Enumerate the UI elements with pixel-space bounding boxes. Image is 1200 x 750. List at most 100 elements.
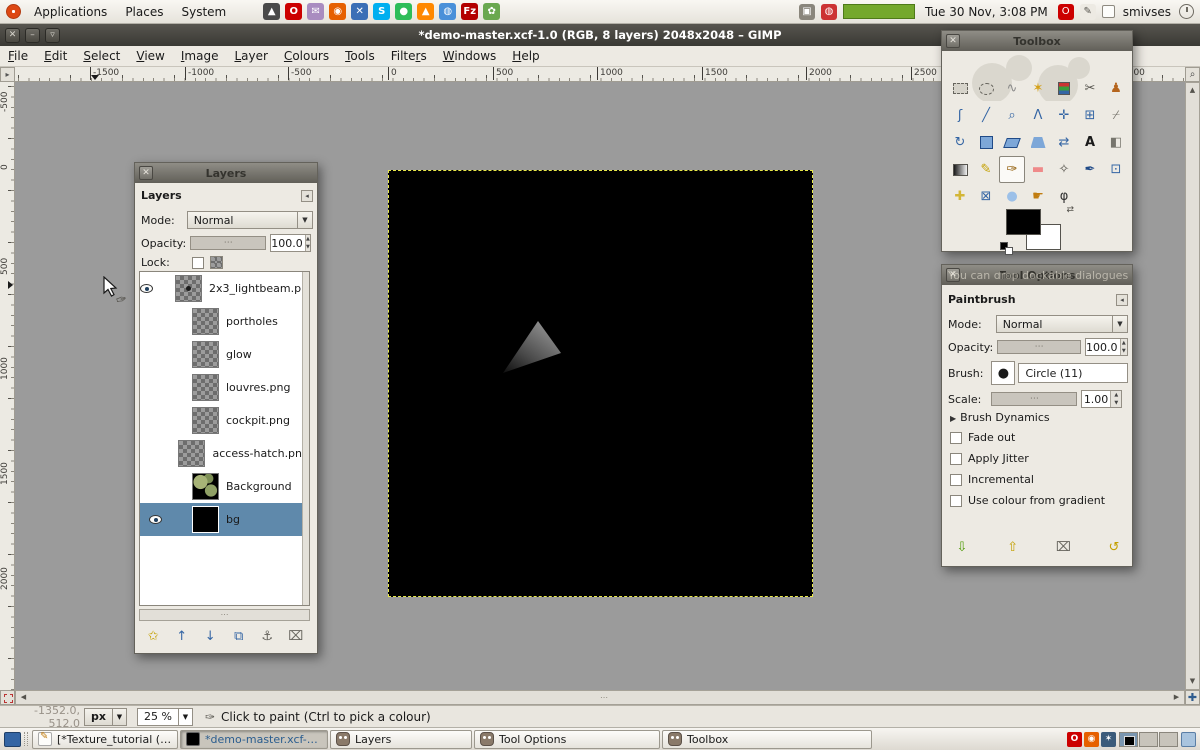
taskbar-button-toolbox[interactable]: Toolbox [662, 730, 872, 749]
taskbar-button--demo-master-xcf-1-0-[interactable]: *demo-master.xcf-1.0 ... [180, 730, 328, 749]
layer-row[interactable]: cockpit.png [140, 404, 309, 437]
panel-menu-system[interactable]: System [172, 0, 235, 24]
tool-foreground-select[interactable]: ♟ [1103, 75, 1129, 102]
layer-row[interactable]: access-hatch.png [140, 437, 309, 470]
restore-options-button[interactable]: ⇧ [1003, 538, 1023, 558]
workspace-1[interactable] [1119, 732, 1138, 747]
power-icon[interactable] [1179, 4, 1194, 19]
menu-select[interactable]: Select [75, 46, 128, 67]
menu-tools[interactable]: Tools [337, 46, 383, 67]
tool-ink[interactable]: ✒ [1077, 156, 1103, 183]
screenshot-applet-icon[interactable]: ▣ [799, 4, 815, 20]
layer-list-hscrollbar[interactable]: ⋯ [139, 609, 310, 621]
tool-crop[interactable]: ⌿ [1103, 102, 1129, 129]
horizontal-scrollbar[interactable]: ◀ ▶ ⋯ [15, 690, 1185, 705]
layer-opacity-spinner[interactable]: 100.0 ▲▼ [270, 234, 311, 252]
tool-rect-select[interactable] [947, 75, 973, 102]
workspace-3[interactable] [1159, 732, 1178, 747]
tool-scissors-select[interactable]: ✂ [1077, 75, 1103, 102]
lower-layer-button[interactable]: ↓ [200, 627, 220, 647]
tool-perspective-clone[interactable]: ⊠ [973, 183, 999, 210]
new-layer-button[interactable]: ✩ [143, 627, 163, 647]
tool-fuzzy-select[interactable]: ✶ [1025, 75, 1051, 102]
launcher-icon[interactable]: ▲ [263, 3, 280, 20]
minimize-window-button[interactable]: – [25, 28, 40, 43]
layer-list-scrollbar[interactable] [302, 272, 309, 605]
raise-layer-button[interactable]: ↑ [172, 627, 192, 647]
google-earth-icon[interactable]: ◍ [439, 3, 456, 20]
layer-row[interactable]: 2x3_lightbeam.png [140, 272, 309, 305]
tool-free-select[interactable]: ∿ [999, 75, 1025, 102]
firefox-icon[interactable]: ◉ [329, 3, 346, 20]
tool-scale[interactable] [973, 129, 999, 156]
opacity-spinner[interactable]: 100.0 ▲▼ [1085, 338, 1128, 356]
swap-colors-icon[interactable]: ⇄ [1066, 205, 1074, 215]
opacity-slider[interactable]: ⋯ [997, 340, 1081, 354]
close-icon[interactable]: ✕ [946, 34, 960, 48]
navigation-button[interactable]: ✚ [1185, 690, 1200, 705]
freemind-icon[interactable]: ✿ [483, 3, 500, 20]
save-options-button[interactable]: ⇩ [952, 538, 972, 558]
checkbox-use-colour-from-gradient[interactable] [950, 495, 962, 507]
tool-text[interactable]: A [1077, 129, 1103, 156]
tab-menu-button[interactable]: ◂ [301, 190, 313, 202]
workspace-2[interactable] [1139, 732, 1158, 747]
foreground-color-swatch[interactable] [1006, 209, 1041, 235]
units-dropdown[interactable]: px ▼ [84, 708, 127, 726]
menu-colours[interactable]: Colours [276, 46, 337, 67]
tool-paths[interactable]: ʃ [947, 102, 973, 129]
tool-paintbrush[interactable]: ✑ [999, 156, 1025, 183]
delete-layer-button[interactable]: ⌧ [286, 627, 306, 647]
trash-applet-icon[interactable] [1181, 732, 1196, 747]
taskbar-button-tool-options[interactable]: Tool Options [474, 730, 660, 749]
tool-heal[interactable]: ✚ [947, 183, 973, 210]
network-monitor-bar[interactable] [843, 4, 915, 19]
layer-opacity-slider[interactable]: ⋯ [190, 236, 266, 250]
spotify-icon[interactable]: ● [395, 3, 412, 20]
show-desktop-icon[interactable] [4, 732, 21, 747]
tool-eraser[interactable]: ▬ [1025, 156, 1051, 183]
clock[interactable]: Tue 30 Nov, 3:08 PM [921, 5, 1052, 19]
menu-view[interactable]: View [128, 46, 172, 67]
taskbar-button-layers[interactable]: Layers [330, 730, 472, 749]
tool-bucket-fill[interactable]: ◧ [1103, 129, 1129, 156]
opera-tray-icon[interactable]: O [1058, 4, 1074, 20]
tool-zoom[interactable]: ⌕ [999, 102, 1025, 129]
filezilla-icon[interactable]: Fz [461, 3, 478, 20]
lock-alpha-checkbox[interactable] [192, 257, 204, 269]
brush-name-field[interactable]: Circle (11) [1018, 363, 1128, 383]
anchor-layer-button[interactable]: ⚓ [257, 627, 277, 647]
evolution-icon[interactable]: ✉ [307, 3, 324, 20]
tool-ellipse-select[interactable] [973, 75, 999, 102]
opera-icon[interactable]: O [285, 3, 302, 20]
layer-row[interactable]: bg [140, 503, 309, 536]
username-label[interactable]: smivses [1121, 5, 1173, 19]
layer-mode-dropdown[interactable]: Normal ▼ [187, 211, 313, 229]
layer-row[interactable]: glow [140, 338, 309, 371]
delete-options-button[interactable]: ⌧ [1053, 538, 1073, 558]
toolbox-titlebar[interactable]: ✕ Toolbox [942, 31, 1132, 51]
layer-row[interactable]: Background [140, 470, 309, 503]
session-checkbox[interactable] [1102, 5, 1115, 18]
eye-icon[interactable] [140, 284, 153, 293]
close-icon[interactable]: ✕ [139, 166, 153, 180]
help-applet-icon[interactable]: ◍ [821, 4, 837, 20]
tray-app-icon[interactable]: ✶ [1101, 732, 1116, 747]
layer-row[interactable]: portholes [140, 305, 309, 338]
menu-file[interactable]: File [0, 46, 36, 67]
skype-icon[interactable]: S [373, 3, 390, 20]
tool-select-by-color[interactable] [1051, 75, 1077, 102]
tool-flip[interactable]: ⇄ [1051, 129, 1077, 156]
menu-edit[interactable]: Edit [36, 46, 75, 67]
tool-smudge[interactable]: ☛ [1025, 183, 1051, 210]
menu-image[interactable]: Image [173, 46, 227, 67]
tray-firefox-icon[interactable]: ◉ [1084, 732, 1099, 747]
menu-filters[interactable]: Filters [383, 46, 435, 67]
tool-pencil[interactable]: ✎ [973, 156, 999, 183]
vertical-ruler[interactable]: -5000500100015002000 [0, 82, 15, 690]
tool-airbrush[interactable]: ✧ [1051, 156, 1077, 183]
tool-align[interactable]: ⊞ [1077, 102, 1103, 129]
ruler-origin-button[interactable]: ▸ [0, 67, 15, 82]
default-colors-icon[interactable] [1000, 242, 1014, 256]
close-window-button[interactable]: ✕ [5, 28, 20, 43]
